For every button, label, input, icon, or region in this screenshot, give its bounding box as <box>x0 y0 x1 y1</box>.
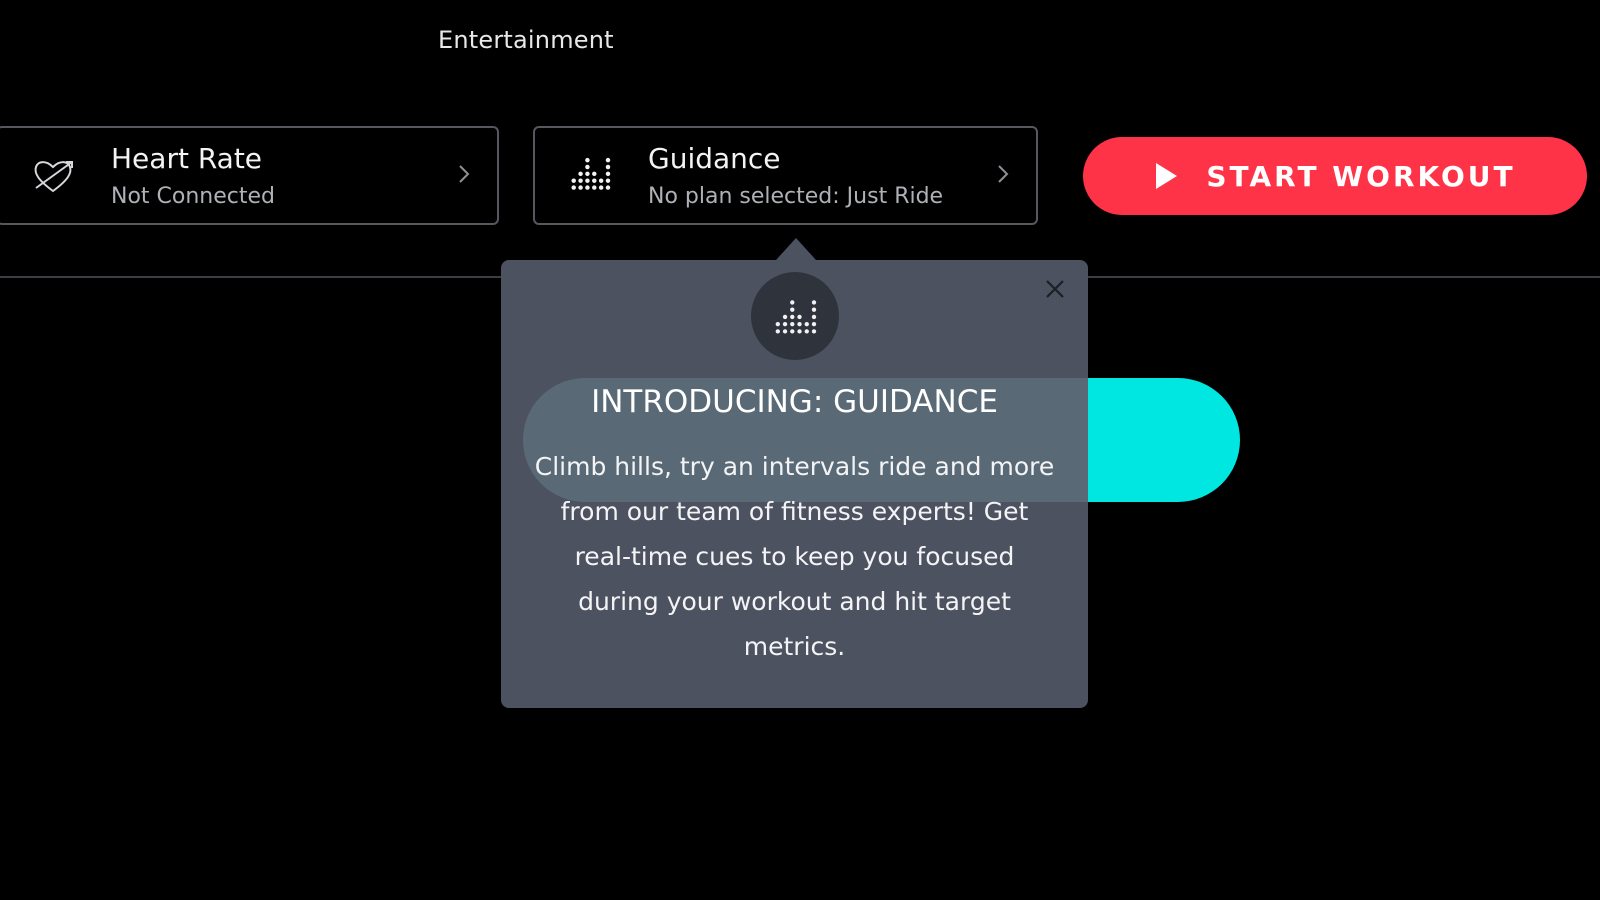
guidance-intro-popover: INTRODUCING: GUIDANCE Climb hills, try a… <box>501 260 1088 708</box>
popover-title: INTRODUCING: GUIDANCE <box>591 384 998 420</box>
start-workout-button[interactable]: START WORKOUT <box>1083 137 1587 215</box>
heart-rate-tile[interactable]: Heart Rate Not Connected <box>0 126 499 225</box>
heart-rate-title: Heart Rate <box>111 142 263 175</box>
guidance-title: Guidance <box>648 142 781 175</box>
start-workout-label: START WORKOUT <box>1206 159 1516 193</box>
heart-disconnected-icon <box>34 161 73 193</box>
close-icon[interactable] <box>1044 278 1066 300</box>
guidance-tile[interactable]: Guidance No plan selected: Just Ride <box>533 126 1038 225</box>
guidance-bars-icon <box>775 300 817 334</box>
workout-setup-screen: Entertainment Heart Rate Not Connected G… <box>0 0 1600 900</box>
play-icon <box>1156 163 1178 189</box>
popover-arrow <box>776 238 816 260</box>
guidance-bars-icon <box>571 157 611 190</box>
entertainment-label: Entertainment <box>438 26 614 54</box>
chevron-right-icon <box>459 165 470 183</box>
guidance-badge <box>751 272 839 360</box>
guidance-status: No plan selected: Just Ride <box>648 184 944 209</box>
heart-rate-status: Not Connected <box>111 184 276 209</box>
popover-body: Climb hills, try an intervals ride and m… <box>534 452 1055 661</box>
chevron-right-icon <box>998 165 1009 183</box>
